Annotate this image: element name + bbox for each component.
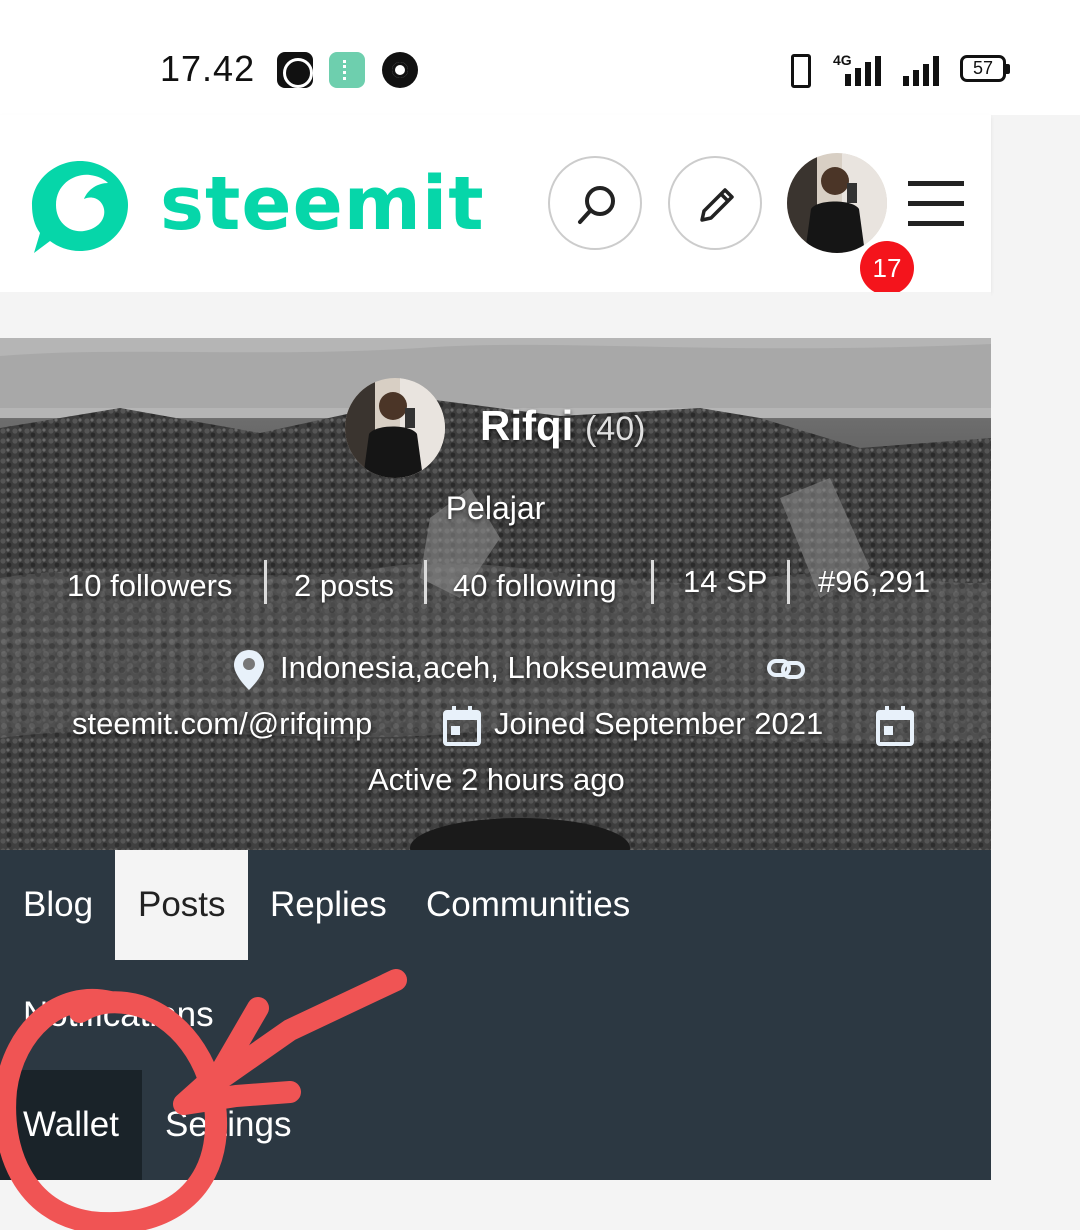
profile-website-link[interactable]: steemit.com/@rifqimp [72,706,372,742]
notification-badge[interactable]: 17 [860,241,914,295]
profile-name-text: Rifqi [480,402,574,449]
calendar-icon [443,706,481,746]
followers-count[interactable]: 10 followers [67,568,232,604]
profile-avatar [345,378,445,478]
search-button[interactable] [548,156,642,250]
steemit-logo-text[interactable]: steemit [160,161,485,247]
signal-icon [845,52,881,86]
stat-divider [424,560,427,604]
link-icon [767,659,805,679]
user-avatar[interactable] [787,153,887,253]
rank-number: #96,291 [818,564,931,599]
site-header: steemit 17 [0,115,991,295]
stat-divider [787,560,790,604]
phone-app-icon [329,52,365,88]
header-spacer [0,292,991,338]
menu-button[interactable] [908,181,964,227]
battery-icon: 57 [960,55,1010,82]
profile-stats: 10 followers 2 posts 40 following 14 SP … [0,556,991,606]
signal-icon [903,52,939,86]
chrome-icon [382,52,418,88]
steem-power: 14 SP [683,564,768,599]
annotation-overlay [0,969,407,1230]
profile-location: Indonesia,aceh, Lhokseumawe [280,650,708,685]
profile-name: Rifqi (40) [480,402,645,450]
tab-posts[interactable]: Posts [115,850,248,960]
reputation-score: (40) [584,410,646,448]
pencil-icon [700,188,734,222]
stat-divider [651,560,654,604]
profile-cover: Rifqi (40) Pelajar 10 followers 2 posts … [0,338,991,850]
location-icon [234,650,264,690]
vibrate-icon [783,52,815,88]
status-bar: 17.42 4G 57 [0,0,1080,115]
posts-count: 2 posts [294,568,394,603]
search-icon [578,186,615,224]
indo-today-app-icon [277,52,313,88]
last-active: Active 2 hours ago [368,762,625,797]
tab-replies[interactable]: Replies [247,850,410,960]
stat-divider [264,560,267,604]
following-count[interactable]: 40 following [453,568,617,604]
status-time: 17.42 [160,48,256,89]
submit-post-button[interactable] [668,156,762,250]
tab-communities[interactable]: Communities [403,850,653,960]
profile-bio: Pelajar [445,490,546,526]
joined-date: Joined September 2021 [494,706,824,741]
page-margin [991,115,1080,1230]
steemit-logo-icon[interactable] [28,153,132,257]
menu-icon [908,181,964,186]
calendar-icon [876,706,914,746]
tab-blog[interactable]: Blog [0,850,116,960]
